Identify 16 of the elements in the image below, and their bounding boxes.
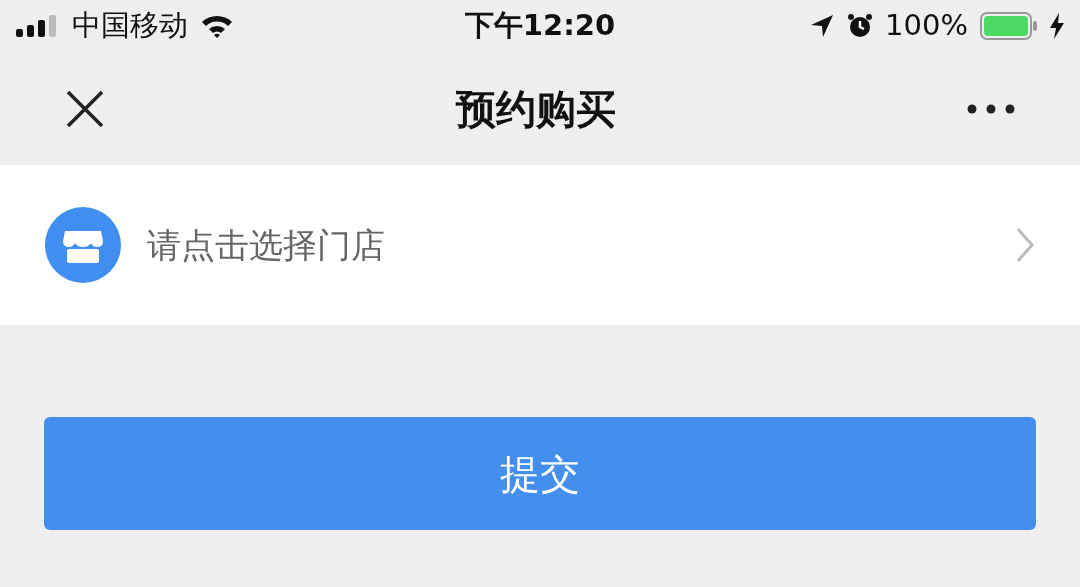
carrier-name: 中国移动 <box>72 7 188 45</box>
page-title: 预约购买 <box>456 84 616 134</box>
battery-percentage: 100% <box>885 7 968 45</box>
chevron-right-icon <box>1015 227 1035 263</box>
more-icon <box>967 103 1015 114</box>
alarm-clock-icon <box>847 13 874 39</box>
store-select-row[interactable]: 请点击选择门店 <box>0 165 1080 325</box>
charging-bolt-icon <box>1050 13 1064 39</box>
submit-button[interactable]: 提交 <box>44 417 1036 530</box>
battery-icon <box>980 12 1038 40</box>
close-icon <box>65 88 105 129</box>
store-prompt-text: 请点击选择门店 <box>147 223 386 267</box>
wifi-icon <box>200 13 234 39</box>
location-arrow-icon <box>809 13 836 39</box>
status-time: 下午12:20 <box>464 7 616 45</box>
store-icon <box>45 207 121 283</box>
